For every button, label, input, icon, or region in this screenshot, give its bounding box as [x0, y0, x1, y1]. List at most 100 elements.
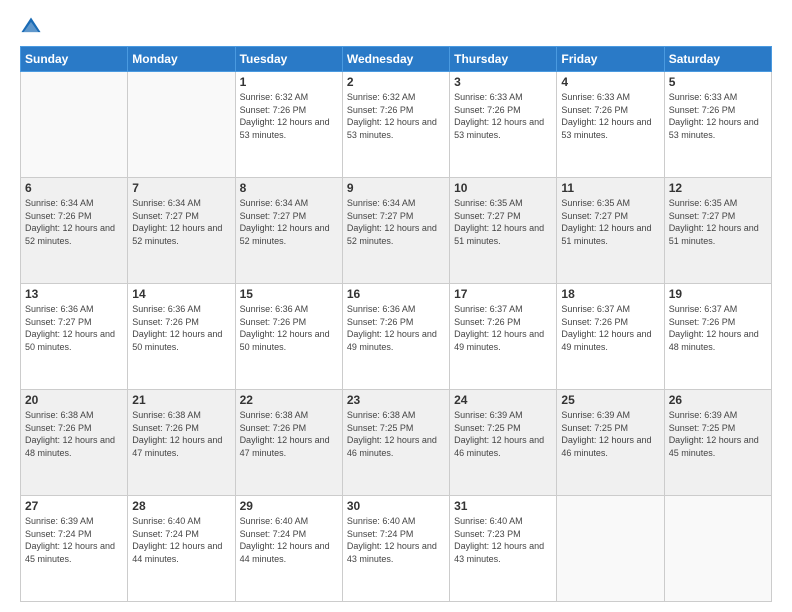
calendar-cell: 2 Sunrise: 6:32 AM Sunset: 7:26 PM Daylig… [342, 72, 449, 178]
header [20, 16, 772, 38]
calendar-week-row: 13Sunrise: 6:36 AM Sunset: 7:27 PM Dayli… [21, 284, 772, 390]
calendar-cell [664, 496, 771, 602]
day-info: Sunrise: 6:32 AM Sunset: 7:26 PM Dayligh… [240, 91, 338, 141]
day-info: Sunrise: 6:38 AM Sunset: 7:26 PM Dayligh… [240, 409, 338, 459]
calendar-day-header: Wednesday [342, 47, 449, 72]
day-number: 18 [561, 287, 659, 301]
day-number: 24 [454, 393, 552, 407]
day-info: Sunrise: 6:38 AM Sunset: 7:26 PM Dayligh… [25, 409, 123, 459]
calendar-week-row: 27Sunrise: 6:39 AM Sunset: 7:24 PM Dayli… [21, 496, 772, 602]
calendar-cell: 22 Sunrise: 6:38 AM Sunset: 7:26 PM Dayli… [235, 390, 342, 496]
day-info: Sunrise: 6:34 AM Sunset: 7:27 PM Dayligh… [132, 197, 230, 247]
calendar-cell: 5 Sunrise: 6:33 AM Sunset: 7:26 PM Daylig… [664, 72, 771, 178]
calendar-day-header: Thursday [450, 47, 557, 72]
day-number: 14 [132, 287, 230, 301]
day-info: Sunrise: 6:40 AM Sunset: 7:24 PM Dayligh… [347, 515, 445, 565]
day-number: 20 [25, 393, 123, 407]
day-info: Sunrise: 6:33 AM Sunset: 7:26 PM Dayligh… [669, 91, 767, 141]
day-number: 21 [132, 393, 230, 407]
day-info: Sunrise: 6:37 AM Sunset: 7:26 PM Dayligh… [454, 303, 552, 353]
day-info: Sunrise: 6:32 AM Sunset: 7:26 PM Dayligh… [347, 91, 445, 141]
day-info: Sunrise: 6:34 AM Sunset: 7:27 PM Dayligh… [347, 197, 445, 247]
day-info: Sunrise: 6:35 AM Sunset: 7:27 PM Dayligh… [669, 197, 767, 247]
day-number: 28 [132, 499, 230, 513]
day-number: 9 [347, 181, 445, 195]
day-info: Sunrise: 6:39 AM Sunset: 7:25 PM Dayligh… [454, 409, 552, 459]
logo [20, 16, 46, 38]
day-info: Sunrise: 6:40 AM Sunset: 7:24 PM Dayligh… [240, 515, 338, 565]
calendar-cell: 14 Sunrise: 6:36 AM Sunset: 7:26 PM Dayli… [128, 284, 235, 390]
day-number: 7 [132, 181, 230, 195]
day-number: 15 [240, 287, 338, 301]
day-number: 17 [454, 287, 552, 301]
calendar-cell [128, 72, 235, 178]
calendar-day-header: Tuesday [235, 47, 342, 72]
calendar-cell: 7 Sunrise: 6:34 AM Sunset: 7:27 PM Daylig… [128, 178, 235, 284]
day-info: Sunrise: 6:38 AM Sunset: 7:26 PM Dayligh… [132, 409, 230, 459]
calendar-cell: 11Sunrise: 6:35 AM Sunset: 7:27 PM Dayli… [557, 178, 664, 284]
calendar-day-header: Saturday [664, 47, 771, 72]
day-info: Sunrise: 6:36 AM Sunset: 7:26 PM Dayligh… [132, 303, 230, 353]
day-info: Sunrise: 6:36 AM Sunset: 7:26 PM Dayligh… [347, 303, 445, 353]
calendar-day-header: Friday [557, 47, 664, 72]
calendar-cell: 28Sunrise: 6:40 AM Sunset: 7:24 PM Dayli… [128, 496, 235, 602]
day-number: 25 [561, 393, 659, 407]
day-number: 30 [347, 499, 445, 513]
calendar-cell: 31 Sunrise: 6:40 AM Sunset: 7:23 PM Dayli… [450, 496, 557, 602]
day-info: Sunrise: 6:34 AM Sunset: 7:26 PM Dayligh… [25, 197, 123, 247]
calendar-cell: 29Sunrise: 6:40 AM Sunset: 7:24 PM Dayli… [235, 496, 342, 602]
day-number: 31 [454, 499, 552, 513]
calendar-cell: 24 Sunrise: 6:39 AM Sunset: 7:25 PM Dayli… [450, 390, 557, 496]
logo-icon [20, 16, 42, 38]
page: SundayMondayTuesdayWednesdayThursdayFrid… [0, 0, 792, 612]
day-info: Sunrise: 6:36 AM Sunset: 7:26 PM Dayligh… [240, 303, 338, 353]
calendar-cell: 15 Sunrise: 6:36 AM Sunset: 7:26 PM Dayli… [235, 284, 342, 390]
calendar-cell: 16 Sunrise: 6:36 AM Sunset: 7:26 PM Dayli… [342, 284, 449, 390]
calendar-cell: 19Sunrise: 6:37 AM Sunset: 7:26 PM Dayli… [664, 284, 771, 390]
day-number: 12 [669, 181, 767, 195]
calendar-day-header: Sunday [21, 47, 128, 72]
day-number: 19 [669, 287, 767, 301]
calendar-cell: 4 Sunrise: 6:33 AM Sunset: 7:26 PM Daylig… [557, 72, 664, 178]
day-info: Sunrise: 6:33 AM Sunset: 7:26 PM Dayligh… [454, 91, 552, 141]
calendar-cell: 12 Sunrise: 6:35 AM Sunset: 7:27 PM Dayli… [664, 178, 771, 284]
day-number: 22 [240, 393, 338, 407]
day-number: 6 [25, 181, 123, 195]
day-number: 4 [561, 75, 659, 89]
day-number: 26 [669, 393, 767, 407]
calendar-cell: 1Sunrise: 6:32 AM Sunset: 7:26 PM Daylig… [235, 72, 342, 178]
calendar-cell: 17 Sunrise: 6:37 AM Sunset: 7:26 PM Dayli… [450, 284, 557, 390]
day-info: Sunrise: 6:39 AM Sunset: 7:25 PM Dayligh… [669, 409, 767, 459]
day-number: 16 [347, 287, 445, 301]
calendar-cell: 6 Sunrise: 6:34 AM Sunset: 7:26 PM Daylig… [21, 178, 128, 284]
calendar-cell: 20 Sunrise: 6:38 AM Sunset: 7:26 PM Dayli… [21, 390, 128, 496]
calendar-cell: 26 Sunrise: 6:39 AM Sunset: 7:25 PM Dayli… [664, 390, 771, 496]
calendar-cell [21, 72, 128, 178]
day-info: Sunrise: 6:36 AM Sunset: 7:27 PM Dayligh… [25, 303, 123, 353]
calendar-cell: 18 Sunrise: 6:37 AM Sunset: 7:26 PM Dayli… [557, 284, 664, 390]
day-info: Sunrise: 6:40 AM Sunset: 7:23 PM Dayligh… [454, 515, 552, 565]
calendar-cell: 27Sunrise: 6:39 AM Sunset: 7:24 PM Dayli… [21, 496, 128, 602]
calendar-week-row: 1Sunrise: 6:32 AM Sunset: 7:26 PM Daylig… [21, 72, 772, 178]
calendar-cell: 8Sunrise: 6:34 AM Sunset: 7:27 PM Daylig… [235, 178, 342, 284]
day-number: 10 [454, 181, 552, 195]
calendar-cell: 23 Sunrise: 6:38 AM Sunset: 7:25 PM Dayli… [342, 390, 449, 496]
calendar-cell: 21 Sunrise: 6:38 AM Sunset: 7:26 PM Dayli… [128, 390, 235, 496]
day-info: Sunrise: 6:35 AM Sunset: 7:27 PM Dayligh… [454, 197, 552, 247]
calendar-cell: 10 Sunrise: 6:35 AM Sunset: 7:27 PM Dayli… [450, 178, 557, 284]
calendar-cell: 30 Sunrise: 6:40 AM Sunset: 7:24 PM Dayli… [342, 496, 449, 602]
day-number: 23 [347, 393, 445, 407]
calendar-cell: 3Sunrise: 6:33 AM Sunset: 7:26 PM Daylig… [450, 72, 557, 178]
day-number: 5 [669, 75, 767, 89]
day-number: 2 [347, 75, 445, 89]
day-info: Sunrise: 6:33 AM Sunset: 7:26 PM Dayligh… [561, 91, 659, 141]
day-info: Sunrise: 6:37 AM Sunset: 7:26 PM Dayligh… [561, 303, 659, 353]
calendar-cell: 9 Sunrise: 6:34 AM Sunset: 7:27 PM Daylig… [342, 178, 449, 284]
calendar-week-row: 20 Sunrise: 6:38 AM Sunset: 7:26 PM Dayli… [21, 390, 772, 496]
calendar-week-row: 6 Sunrise: 6:34 AM Sunset: 7:26 PM Daylig… [21, 178, 772, 284]
day-number: 8 [240, 181, 338, 195]
day-info: Sunrise: 6:38 AM Sunset: 7:25 PM Dayligh… [347, 409, 445, 459]
day-info: Sunrise: 6:35 AM Sunset: 7:27 PM Dayligh… [561, 197, 659, 247]
calendar-header-row: SundayMondayTuesdayWednesdayThursdayFrid… [21, 47, 772, 72]
calendar-day-header: Monday [128, 47, 235, 72]
